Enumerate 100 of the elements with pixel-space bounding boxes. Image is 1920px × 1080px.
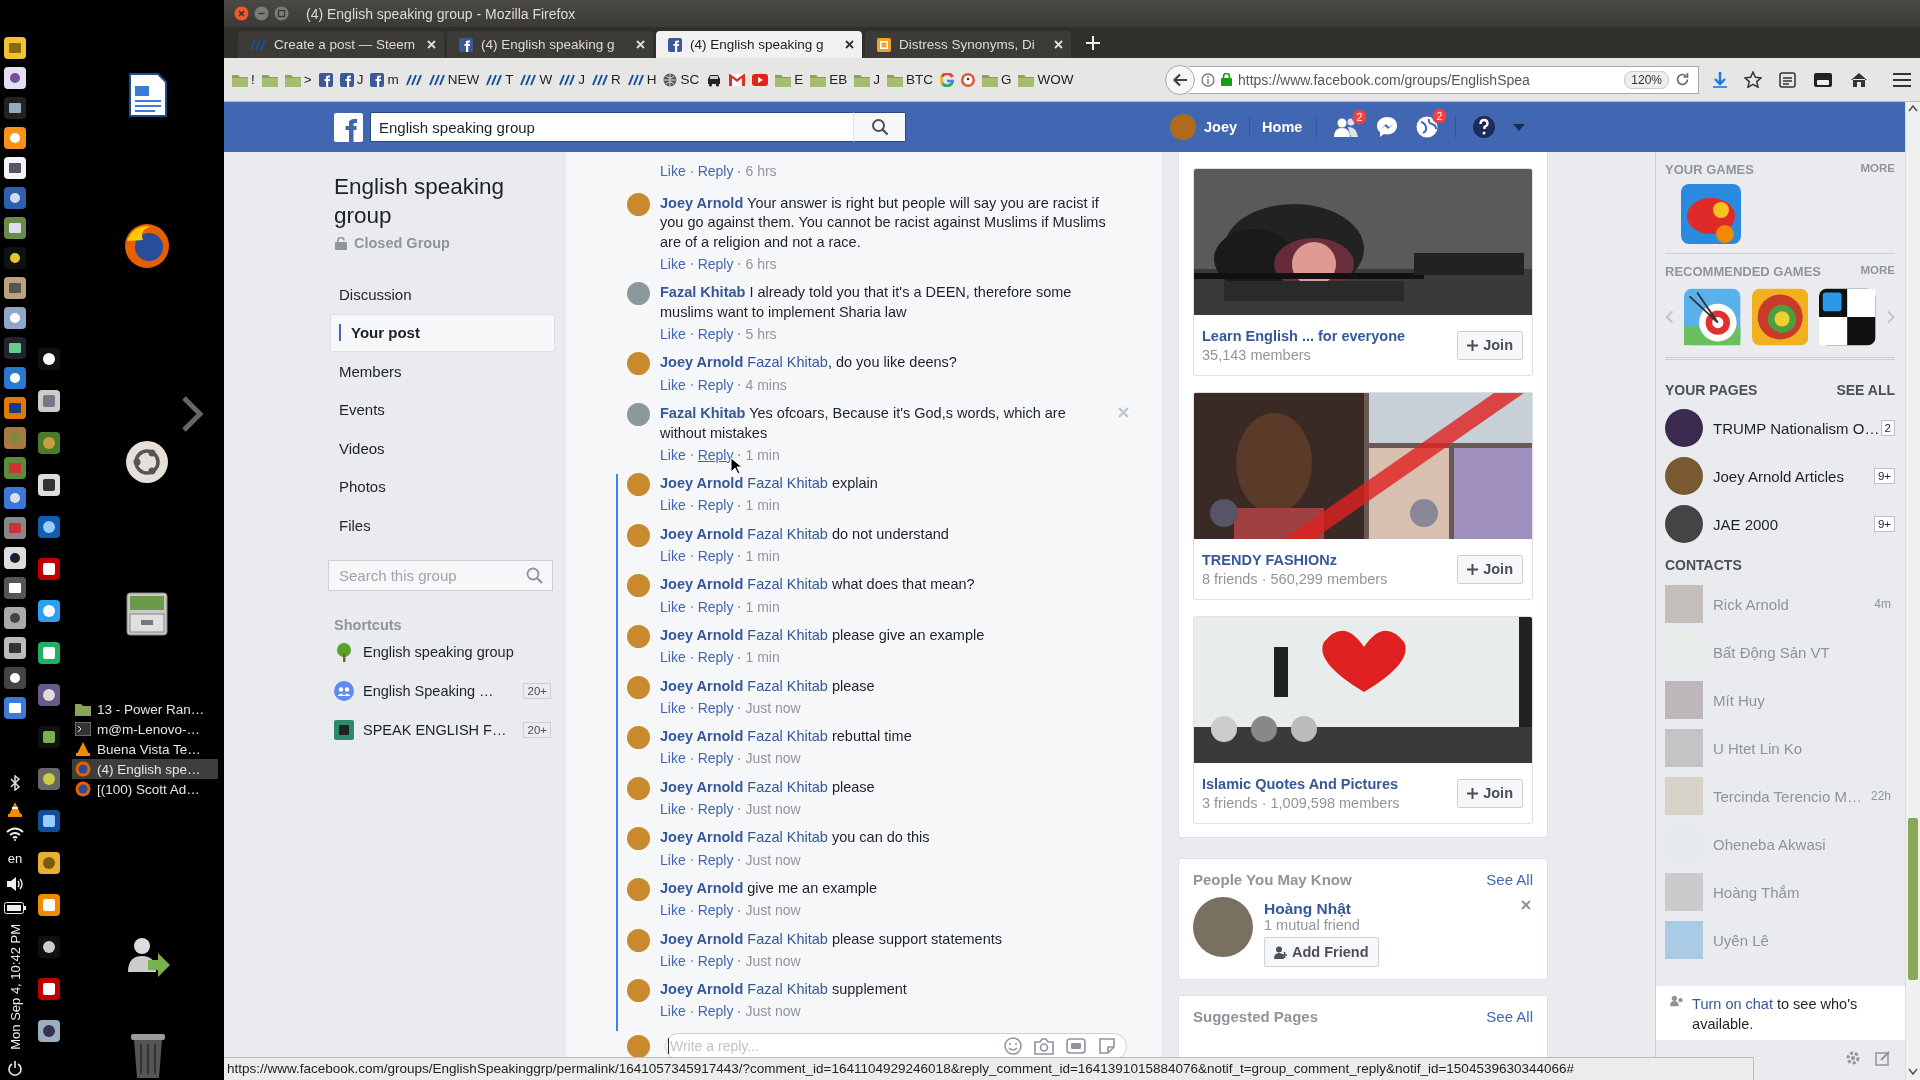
nav-item[interactable]: Files — [330, 506, 555, 545]
see-all-link[interactable]: See All — [1486, 871, 1533, 888]
window-list-item[interactable]: 13 - Power Ran… — [72, 699, 218, 719]
bookmark[interactable]: ! — [231, 70, 256, 89]
like-link[interactable]: Like — [660, 597, 686, 617]
mention-link[interactable]: Fazal Khitab — [747, 525, 828, 542]
reply-link[interactable]: Reply — [697, 375, 734, 395]
reply-link[interactable]: Reply — [697, 648, 734, 668]
reply-link[interactable]: Reply — [697, 901, 734, 921]
nav-item[interactable]: Photos — [330, 467, 555, 506]
join-button[interactable]: Join — [1457, 778, 1523, 808]
like-link[interactable]: Like — [660, 254, 686, 274]
page-item[interactable]: TRUMP Nationalism O… 2 — [1665, 404, 1895, 452]
page-item[interactable]: JAE 2000 9+ — [1665, 500, 1895, 548]
page-item[interactable]: Joey Arnold Articles 9+ — [1665, 452, 1895, 500]
keyboard-layout[interactable]: en — [7, 851, 23, 867]
window-list-item[interactable]: (4) English spe… — [72, 759, 218, 779]
mention-link[interactable]: Fazal Khitab — [747, 475, 828, 492]
author-link[interactable]: Joey Arnold — [660, 981, 744, 998]
bookmark[interactable]: G — [980, 70, 1013, 89]
join-button[interactable]: Join — [1457, 554, 1523, 584]
zoom-level[interactable]: 120% — [1624, 70, 1669, 89]
turn-on-chat-link[interactable]: Turn on chat — [1692, 996, 1773, 1012]
browser-tab[interactable]: Distress Synonyms, Di — [865, 31, 1071, 58]
bookmark[interactable]: J — [558, 70, 586, 89]
mention-link[interactable]: Fazal Khitab — [747, 981, 828, 998]
like-link[interactable]: Like — [660, 324, 686, 344]
person-name-link[interactable]: Hoàng Nhật — [1264, 900, 1379, 918]
author-link[interactable]: Joey Arnold — [660, 354, 744, 371]
see-all-link[interactable]: SEE ALL — [1836, 382, 1895, 398]
window-list-item[interactable]: m@m-Lenovo-… — [72, 719, 218, 739]
like-link[interactable]: Like — [660, 445, 686, 465]
like-link[interactable]: Like — [660, 901, 686, 921]
address-bar[interactable]: https://www.facebook.com/groups/EnglishSpea 120% — [1189, 65, 1699, 94]
like-link[interactable]: Like — [660, 546, 686, 566]
mention-link[interactable]: Fazal Khitab — [747, 576, 828, 593]
search-field[interactable]: English speaking group — [370, 112, 853, 142]
nav-item[interactable]: Your post — [330, 313, 555, 352]
author-link[interactable]: Joey Arnold — [660, 829, 744, 846]
nav-item[interactable]: Videos — [330, 429, 555, 468]
join-button[interactable]: Join — [1457, 330, 1523, 360]
mention-link[interactable]: Fazal Khitab — [747, 354, 828, 371]
reply-link[interactable]: Reply — [697, 445, 734, 465]
window-list-item[interactable]: [(100) Scott Ad… — [72, 779, 218, 799]
mention-link[interactable]: Fazal Khitab — [747, 778, 828, 795]
browser-tab[interactable]: (4) English speaking g — [656, 31, 862, 58]
bookmark[interactable]: H — [626, 70, 658, 89]
reply-link[interactable]: Reply — [697, 749, 734, 769]
bookmark[interactable]: W — [519, 70, 554, 89]
mention-link[interactable]: Fazal Khitab — [747, 728, 828, 745]
author-link[interactable]: Joey Arnold — [660, 525, 744, 542]
author-link[interactable]: Joey Arnold — [660, 880, 744, 896]
like-link[interactable]: Like — [660, 162, 686, 181]
author-link[interactable]: Joey Arnold — [660, 475, 744, 492]
shortcut-item[interactable]: English Speaking … 20+ — [334, 671, 555, 711]
like-link[interactable]: Like — [660, 951, 686, 971]
bookmark[interactable]: NEW — [427, 70, 481, 89]
reply-link[interactable]: Reply — [697, 254, 734, 274]
group-name-link[interactable]: Learn English ... for everyone — [1202, 327, 1406, 344]
like-link[interactable]: Like — [660, 496, 686, 516]
reply-link[interactable]: Reply — [697, 850, 734, 870]
like-link[interactable]: Like — [660, 799, 686, 819]
like-link[interactable]: Like — [660, 375, 686, 395]
reply-link[interactable]: Reply — [697, 546, 734, 566]
author-link[interactable]: Fazal Khitab — [660, 405, 746, 422]
author-link[interactable]: Joey Arnold — [660, 728, 744, 745]
like-link[interactable]: Like — [660, 698, 686, 718]
nav-item[interactable]: Discussion — [330, 275, 555, 314]
mention-link[interactable]: Fazal Khitab — [747, 627, 828, 644]
reply-link[interactable]: Reply — [697, 951, 734, 971]
like-link[interactable]: Like — [660, 850, 686, 870]
bookmark[interactable]: > — [283, 70, 313, 89]
like-link[interactable]: Like — [660, 1002, 686, 1022]
group-name-link[interactable]: TRENDY FASHIONz — [1202, 551, 1388, 568]
browser-tab[interactable]: Create a post — Steem — [238, 31, 444, 58]
reply-link[interactable]: Reply — [697, 162, 734, 181]
author-link[interactable]: Joey Arnold — [660, 930, 744, 947]
shortcut-item[interactable]: English speaking group — [334, 632, 555, 672]
bookmark[interactable]: BTC — [885, 70, 934, 89]
add-friend-button[interactable]: Add Friend — [1264, 937, 1379, 967]
reply-link[interactable]: Reply — [697, 1002, 734, 1022]
reply-link[interactable]: Reply — [697, 597, 734, 617]
author-link[interactable]: Fazal Khitab — [660, 284, 746, 301]
group-name-link[interactable]: Islamic Quotes And Pictures — [1202, 775, 1400, 792]
bookmark[interactable]: R — [590, 70, 622, 89]
reply-link[interactable]: Reply — [697, 698, 734, 718]
window-list-item[interactable]: Buena Vista Te… — [72, 739, 218, 759]
author-link[interactable]: Joey Arnold — [660, 194, 744, 211]
mention-link[interactable]: Fazal Khitab — [747, 829, 828, 846]
reply-link[interactable]: Reply — [697, 799, 734, 819]
author-link[interactable]: Joey Arnold — [660, 576, 744, 593]
author-link[interactable]: Joey Arnold — [660, 627, 744, 644]
mention-link[interactable]: Fazal Khitab — [747, 930, 828, 947]
like-link[interactable]: Like — [660, 749, 686, 769]
bookmark[interactable]: E — [774, 70, 805, 89]
nav-item[interactable]: Members — [330, 352, 555, 391]
nav-item[interactable]: Events — [330, 390, 555, 429]
reply-link[interactable]: Reply — [697, 496, 734, 516]
author-link[interactable]: Joey Arnold — [660, 677, 744, 694]
bookmark[interactable]: WOW — [1017, 70, 1075, 89]
